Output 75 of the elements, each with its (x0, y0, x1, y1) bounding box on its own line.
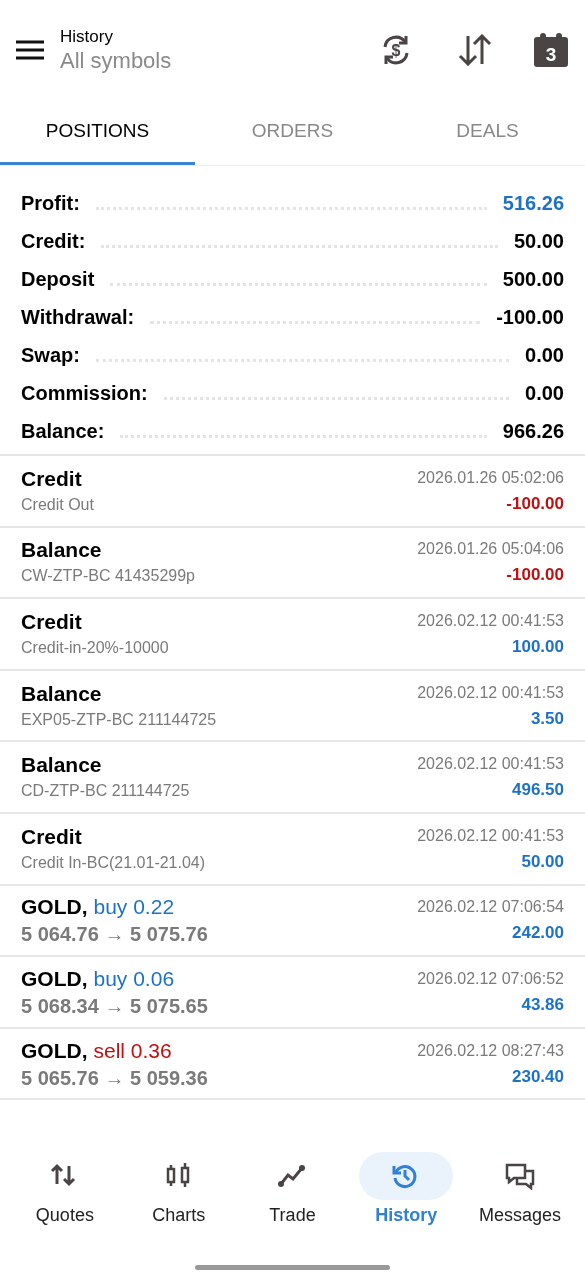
summary-value: 50.00 (513, 229, 564, 254)
history-row[interactable]: Credit Credit In-BC(21.01-21.04) 2026.02.12 00:41:53 50.00 (0, 813, 585, 886)
trade-prices: 5 065.76 → 5 059.36 (21, 1065, 208, 1091)
operation-type: Balance (21, 752, 103, 779)
timestamp: 2026.02.12 07:06:54 (417, 897, 564, 918)
history-row[interactable]: Balance EXP05-ZTP-BC 211144725 2026.02.12 00:41:53 3.50 (0, 670, 585, 743)
operation-comment: EXP05-ZTP-BC 211144725 (21, 709, 217, 730)
chat-bubbles-icon (505, 1162, 536, 1190)
trade-side: buy 0.22 (93, 894, 175, 921)
line-chart-icon (277, 1162, 308, 1190)
timestamp: 2026.02.12 00:41:53 (417, 682, 564, 703)
tab[interactable]: POSITIONS (0, 100, 195, 165)
timestamp: 2026.02.12 00:41:53 (417, 611, 564, 631)
trade-side: sell 0.36 (93, 1037, 172, 1064)
operation-type: Credit (21, 465, 83, 492)
operation-type: Balance (21, 537, 103, 564)
history-row[interactable]: GOLD, buy 0.06 5 068.34 → 5 075.65 2026.02.12 07:06:52 43.86 (0, 957, 585, 1029)
operation-type: Credit (21, 609, 83, 635)
nav-item[interactable]: Charts (126, 1152, 232, 1229)
trade-symbol: GOLD, (21, 965, 88, 992)
trade-prices: 5 064.76 → 5 075.76 (21, 922, 208, 948)
summary-value: 516.26 (502, 191, 564, 216)
summary-label: Commission: (21, 381, 148, 406)
screen-title: History (60, 25, 114, 47)
nav-item[interactable]: History (353, 1152, 459, 1229)
trade-prices: 5 068.34 → 5 075.65 (21, 993, 208, 1019)
summary-value: 0.00 (525, 343, 564, 368)
amount: 43.86 (521, 993, 564, 1016)
history-row[interactable]: Credit Credit Out 2026.01.26 05:02:06 -100.00 (0, 456, 585, 528)
history-row[interactable]: Credit Credit-in-20%-10000 2026.02.12 00:41:53 100.00 (0, 599, 585, 671)
summary-value: 0.00 (525, 381, 564, 406)
amount: 50.00 (521, 850, 564, 873)
trade-side: buy 0.06 (93, 965, 175, 992)
history-row[interactable]: Balance CD-ZTP-BC 211144725 2026.02.12 00:41:53 496.50 (0, 742, 585, 814)
operation-comment: Credit In-BC(21.01-21.04) (21, 852, 206, 873)
menu-icon[interactable] (16, 40, 44, 60)
summary-label: Credit: (21, 229, 86, 254)
sort-icon[interactable] (457, 34, 493, 66)
timestamp: 2026.02.12 00:41:53 (417, 825, 564, 846)
history-row[interactable]: Balance CW-ZTP-BC 41435299p 2026.01.26 05:04:06 -100.00 (0, 527, 585, 600)
summary-label: Swap: (21, 343, 80, 368)
operation-comment: CD-ZTP-BC 211144725 (21, 781, 190, 802)
nav-item[interactable]: Quotes (12, 1152, 118, 1229)
trade-symbol: GOLD, (21, 1037, 88, 1064)
operation-comment: CW-ZTP-BC 41435299p (21, 566, 195, 587)
summary-label: Withdrawal: (21, 305, 135, 330)
amount: -100.00 (506, 492, 564, 515)
operation-comment: Credit-in-20%-10000 (21, 638, 169, 658)
history-row[interactable]: GOLD, sell 0.36 5 065.76 → 5 059.36 2026.02.12 08:27:43 230.40 (0, 1028, 585, 1101)
summary-label: Deposit (21, 267, 95, 292)
timestamp: 2026.02.12 07:06:52 (417, 968, 564, 989)
operation-comment: Credit Out (21, 494, 94, 515)
amount: 496.50 (512, 779, 564, 802)
amount: 3.50 (530, 707, 564, 730)
nav-item[interactable]: Messages (467, 1152, 573, 1229)
amount: 100.00 (512, 636, 564, 658)
timestamp: 2026.01.26 05:02:06 (417, 467, 564, 488)
tab[interactable]: DEALS (390, 100, 585, 165)
timestamp: 2026.02.12 08:27:43 (417, 1040, 564, 1061)
amount: -100.00 (506, 564, 564, 587)
summary-label: Profit: (21, 191, 80, 216)
amount: 242.00 (512, 922, 564, 945)
timestamp: 2026.02.12 00:41:53 (417, 754, 564, 775)
summary-value: 966.26 (502, 419, 564, 444)
summary-value: -100.00 (496, 305, 564, 330)
summary-label: Balance: (21, 419, 105, 444)
history-row[interactable]: GOLD, buy 0.22 5 064.76 → 5 075.76 2026.02.12 07:06:54 242.00 (0, 885, 585, 958)
summary-value: 500.00 (502, 267, 564, 292)
nav-item[interactable]: Trade (240, 1152, 345, 1229)
timestamp: 2026.01.26 05:04:06 (417, 539, 564, 560)
operation-type: Balance (21, 680, 103, 707)
tab[interactable]: ORDERS (195, 100, 390, 165)
trade-symbol: GOLD, (21, 894, 88, 921)
amount: 230.40 (512, 1065, 564, 1088)
operation-type: Credit (21, 823, 83, 850)
